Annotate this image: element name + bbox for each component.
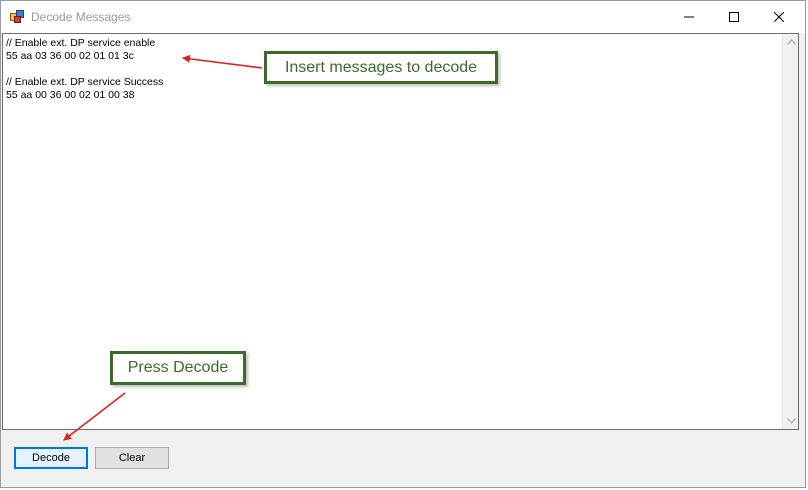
title-bar[interactable]: Decode Messages	[1, 1, 805, 33]
window-title: Decode Messages	[31, 10, 131, 24]
app-window-icon	[10, 10, 24, 24]
maximize-button[interactable]	[711, 1, 757, 33]
insert-messages-callout: Insert messages to decode	[264, 51, 498, 84]
press-decode-callout: Press Decode	[110, 351, 246, 385]
close-button[interactable]	[756, 1, 802, 33]
chevron-down-icon	[786, 418, 796, 424]
chevron-up-icon	[786, 39, 796, 45]
maximize-icon	[729, 12, 739, 22]
clear-button[interactable]: Clear	[95, 447, 169, 469]
minimize-button[interactable]	[666, 1, 712, 33]
scroll-down-button[interactable]	[783, 413, 799, 429]
message-text: // Enable ext. DP service enable 55 aa 0…	[6, 37, 164, 101]
scroll-up-button[interactable]	[783, 34, 799, 50]
vertical-scrollbar[interactable]	[782, 34, 798, 429]
close-icon	[774, 12, 784, 22]
decode-button[interactable]: Decode	[14, 447, 88, 469]
minimize-icon	[684, 16, 694, 18]
